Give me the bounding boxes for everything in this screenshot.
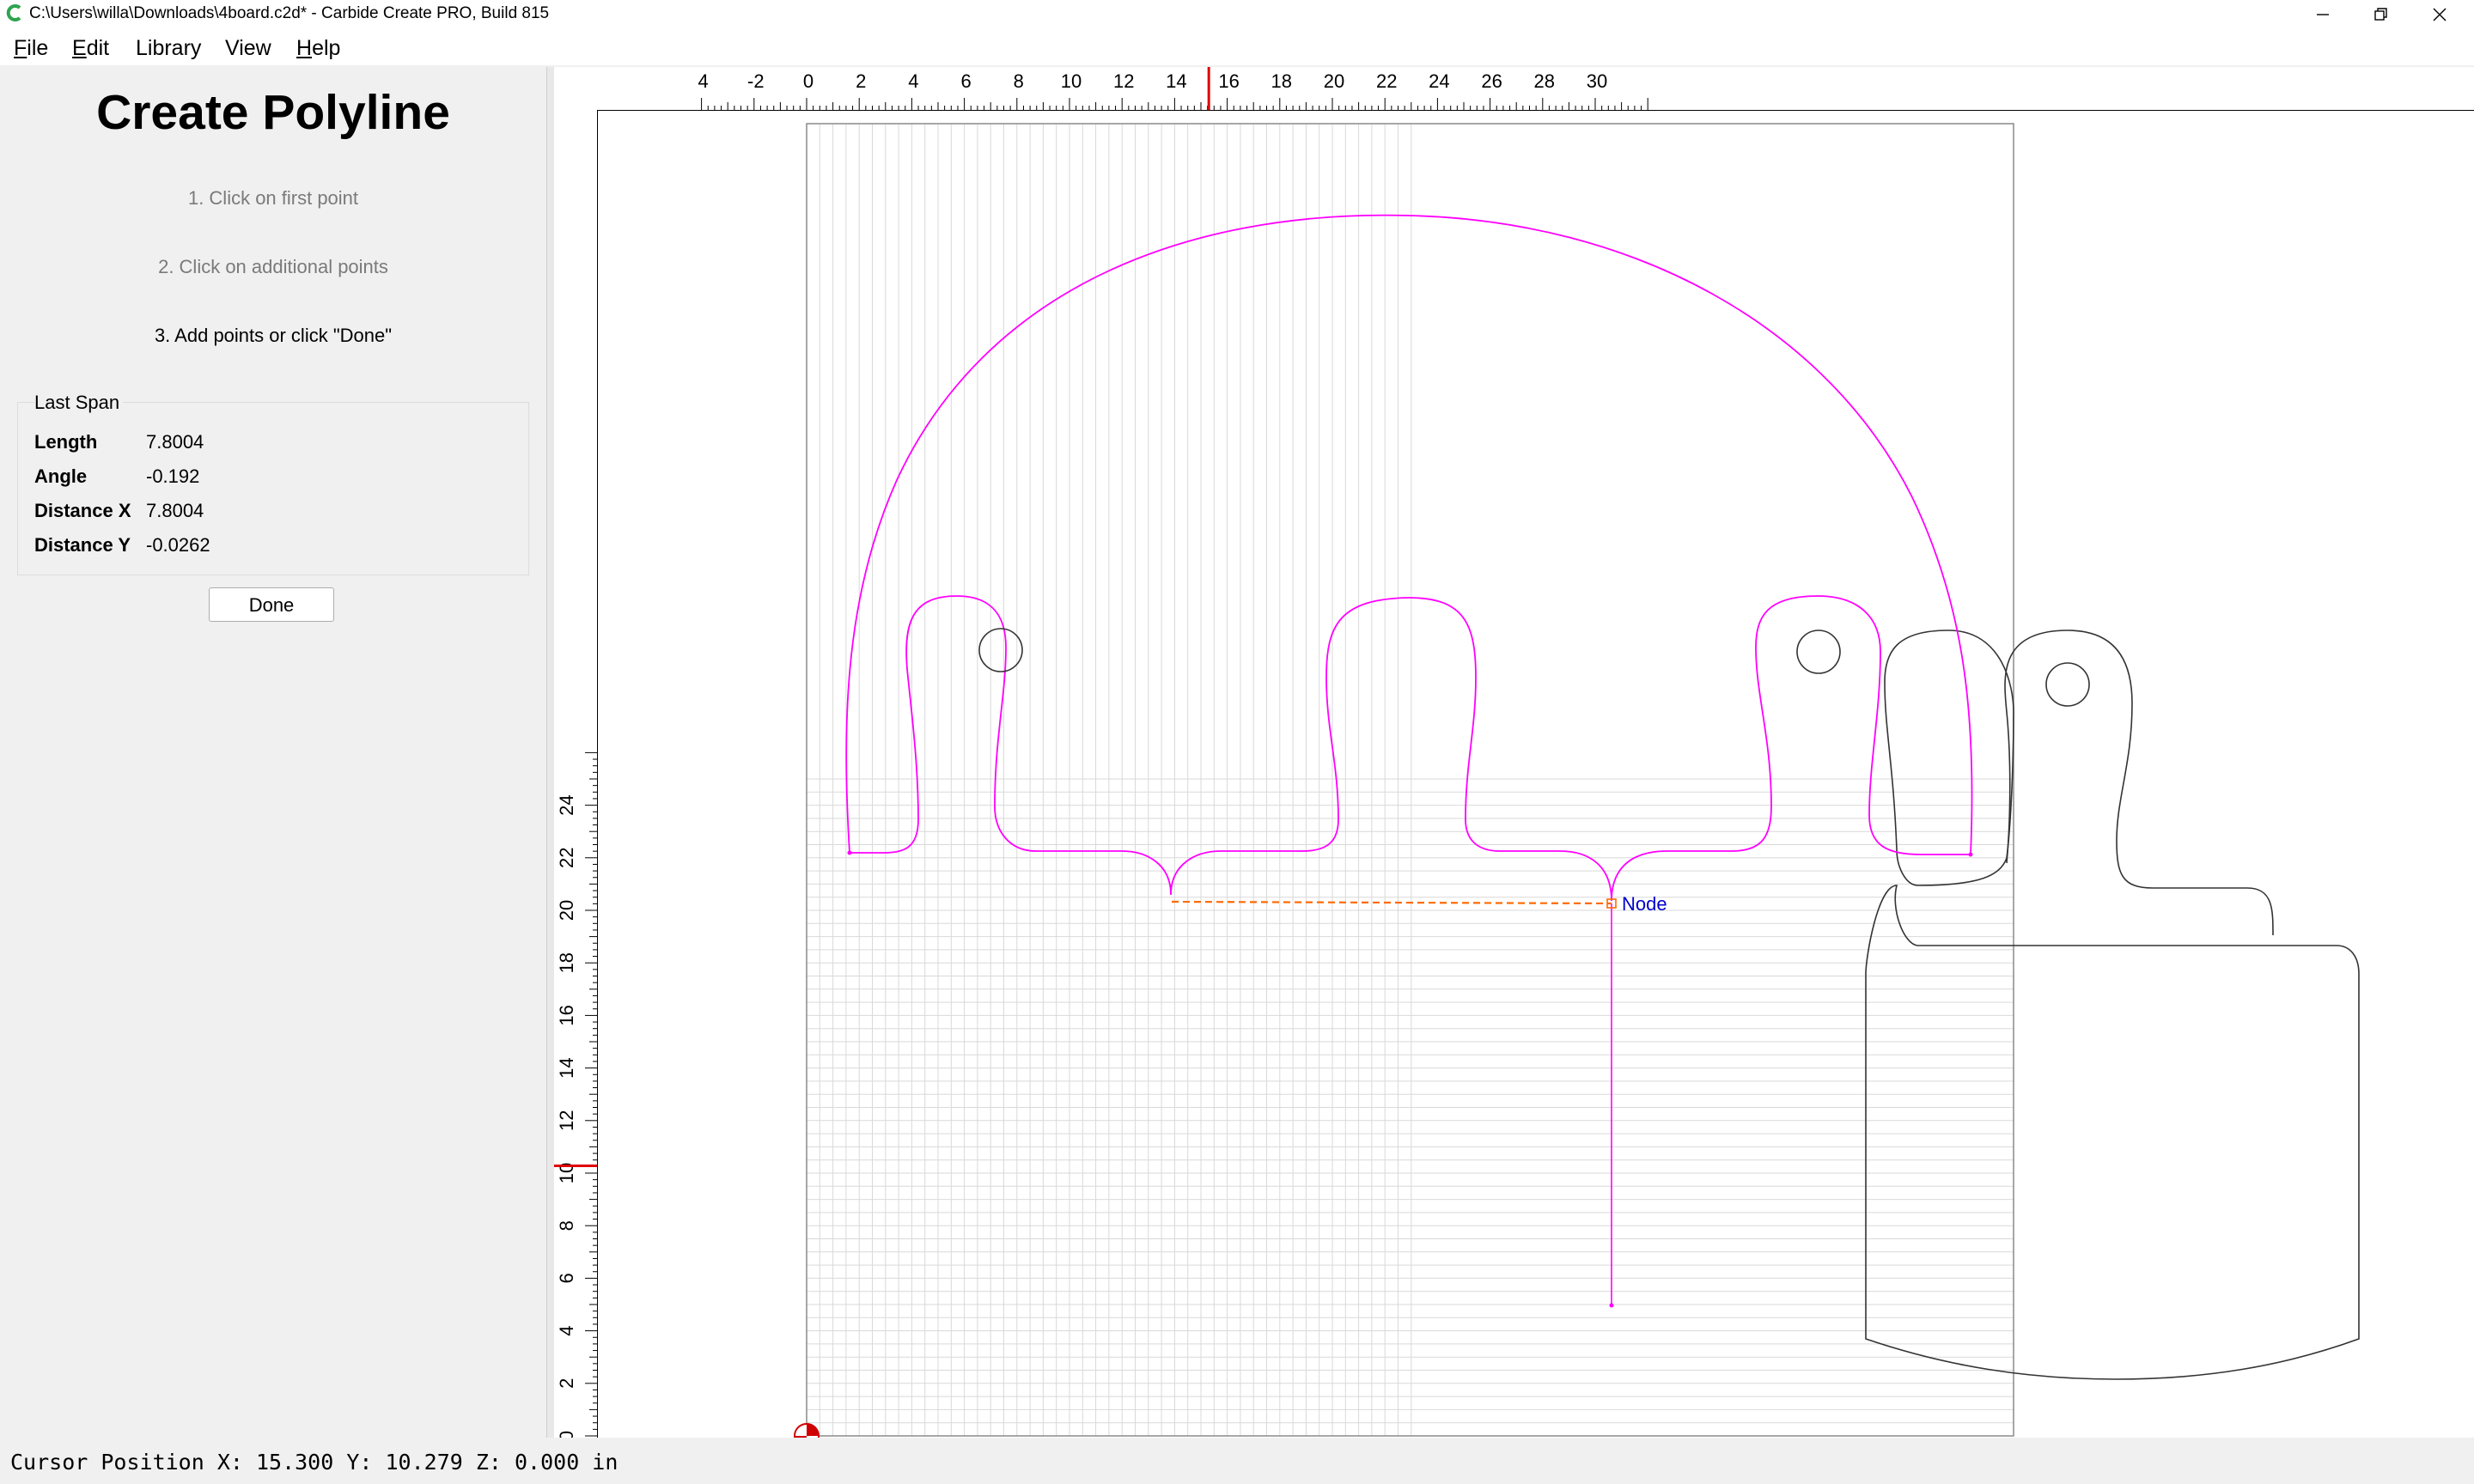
ruler-top-label: 12 xyxy=(1113,70,1134,92)
close-icon xyxy=(2433,8,2447,21)
ruler-left-label: 24 xyxy=(556,794,577,815)
cursor-position-readout: Cursor Position X: 15.300 Y: 10.279 Z: 0… xyxy=(10,1450,618,1475)
close-button[interactable] xyxy=(2410,0,2469,29)
ruler-top-label: 0 xyxy=(803,70,813,92)
hang-hole-left xyxy=(978,628,1023,672)
ruler-top-label: -2 xyxy=(747,70,765,92)
done-button[interactable]: Done xyxy=(209,587,334,622)
tool-panel: Create Polyline 1. Click on first point … xyxy=(0,67,547,1438)
distance-y-value: -0.0262 xyxy=(146,534,210,556)
ruler-top-label: 8 xyxy=(1014,70,1024,92)
panel-title: Create Polyline xyxy=(96,85,450,140)
scallop-shape[interactable] xyxy=(850,595,1971,902)
distance-x-label: Distance X xyxy=(34,500,131,521)
ruler-top-label: 4 xyxy=(908,70,918,92)
origin-marker xyxy=(794,1423,820,1438)
ruler-top-scale: 4 -2 0 2 4 6 8 10 12 14 16 18 20 22 24 26 28 30 xyxy=(698,67,1648,110)
menu-edit[interactable]: Edit xyxy=(72,36,109,61)
ruler-top-label: 10 xyxy=(1061,70,1082,92)
ruler-top-label: 4 xyxy=(698,70,708,92)
minimize-button[interactable] xyxy=(2294,0,2352,29)
length-value: 7.8004 xyxy=(146,431,204,453)
menu-library[interactable]: Library xyxy=(136,36,201,61)
ruler-top-label: 2 xyxy=(856,70,866,92)
ruler-left-label: 6 xyxy=(556,1273,577,1283)
ruler-top-label: 18 xyxy=(1271,70,1292,92)
angle-label: Angle xyxy=(34,465,88,487)
ruler-top: 4 -2 0 2 4 6 8 10 12 14 16 18 20 22 24 26 28 30 xyxy=(554,67,2474,111)
grid xyxy=(806,124,2014,1437)
preview-span-line xyxy=(1171,900,1612,905)
distance-x-value: 7.8004 xyxy=(146,500,204,521)
step-3: 3. Add points or click "Done" xyxy=(154,325,393,346)
ruler-left-label: 14 xyxy=(556,1057,577,1078)
window-title: C:\Users\willa\Downloads\4board.c2d* - C… xyxy=(29,4,550,22)
ruler-top-label: 6 xyxy=(960,70,971,92)
ruler-top-label: 24 xyxy=(1429,70,1449,92)
restore-icon xyxy=(2374,8,2387,21)
ruler-left-label: 4 xyxy=(556,1325,577,1335)
canvas-drawing[interactable] xyxy=(598,111,2474,1438)
design-canvas[interactable]: Node xyxy=(598,111,2474,1438)
menu-bar: File Edit Library View Help xyxy=(0,29,2474,65)
ruler-left-label: 18 xyxy=(556,952,577,973)
polyline-start-point xyxy=(1609,1303,1614,1308)
ruler-left-label: 2 xyxy=(556,1378,577,1389)
ruler-top-label: 28 xyxy=(1534,70,1555,92)
step-2: 2. Click on additional points xyxy=(158,256,388,277)
distance-y-label: Distance Y xyxy=(34,534,131,556)
last-span-title: Last Span xyxy=(34,392,124,414)
splitter[interactable] xyxy=(547,67,554,1438)
node-hover-label: Node xyxy=(1622,893,1667,915)
ruler-left-label: 20 xyxy=(556,900,577,921)
carbide-app-icon xyxy=(6,4,21,21)
minimize-icon xyxy=(2317,14,2329,15)
ruler-left-label: 22 xyxy=(556,848,577,868)
polyline-endpoint-left xyxy=(847,850,852,855)
ruler-top-label: 30 xyxy=(1587,70,1607,92)
cutting-board-vector[interactable] xyxy=(1865,629,2360,1380)
ruler-left-scale: 024681012141618202224 xyxy=(554,751,597,1438)
ruler-top-label: 22 xyxy=(1376,70,1397,92)
board-handle-vector[interactable] xyxy=(2004,629,2274,936)
ruler-top-label: 26 xyxy=(1481,70,1502,92)
hang-hole-right-board xyxy=(2045,662,2090,707)
angle-value: -0.192 xyxy=(146,465,200,487)
polyline-magenta[interactable] xyxy=(845,214,1973,855)
restore-button[interactable] xyxy=(2352,0,2410,29)
hang-hole-right xyxy=(1796,629,1841,674)
menu-file[interactable]: File xyxy=(14,36,48,61)
ruler-top-label: 14 xyxy=(1166,70,1186,92)
status-bar: Cursor Position X: 15.300 Y: 10.279 Z: 0… xyxy=(0,1438,2474,1484)
menu-help[interactable]: Help xyxy=(296,36,340,61)
ruler-top-label: 16 xyxy=(1218,70,1239,92)
ruler-left-label: 8 xyxy=(556,1220,577,1231)
menu-view[interactable]: View xyxy=(225,36,271,61)
step-1: 1. Click on first point xyxy=(187,187,359,209)
polyline-endpoint-right xyxy=(1968,852,1973,857)
length-label: Length xyxy=(34,431,98,453)
ruler-left-label: 12 xyxy=(556,1110,577,1131)
ruler-left-label: 16 xyxy=(556,1005,577,1025)
ruler-left-label: 0 xyxy=(556,1431,577,1438)
title-bar: C:\Users\willa\Downloads\4board.c2d* - C… xyxy=(0,0,2474,29)
ruler-top-label: 20 xyxy=(1324,70,1344,92)
ruler-left: 0 2 4 6 8 10 12 14 16 18 20 22 24 xyxy=(554,110,598,1438)
